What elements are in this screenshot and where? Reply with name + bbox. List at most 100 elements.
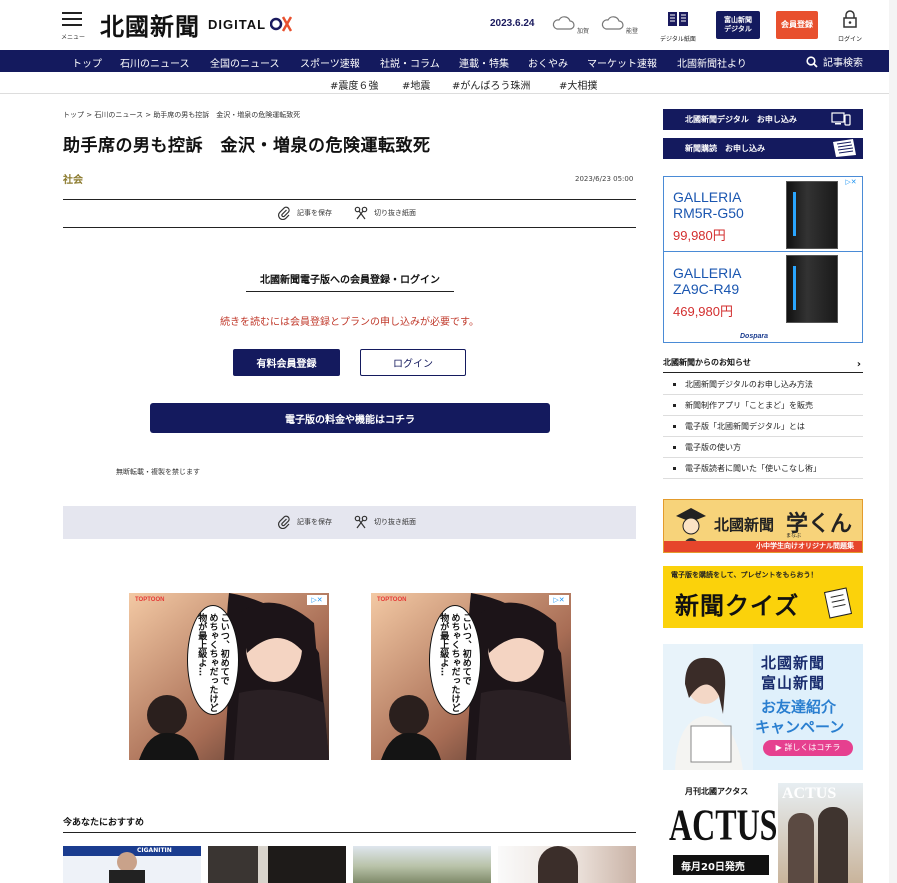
pc-ad-item[interactable]: GALLERIA RM5R-G50 99,980円 — [664, 177, 862, 252]
recommend-thumb[interactable] — [208, 846, 346, 883]
nav-item-top[interactable]: トップ — [72, 55, 102, 70]
notice-item[interactable]: 北國新聞デジタルのお申し込み方法 — [663, 374, 863, 395]
save-article-button[interactable]: 記事を保存 — [277, 206, 332, 220]
friend-campaign-banner[interactable]: 北國新聞 富山新聞 お友達紹介 キャンペーン ▶ 詳しくはコチラ — [663, 644, 863, 770]
newspaper-icon — [833, 139, 856, 157]
actus-title: ACTUS — [669, 799, 778, 850]
actus-cover-title: ACTUS — [782, 785, 837, 802]
campaign-photo — [663, 644, 753, 770]
actus-sub: 毎月20日発売 — [681, 862, 745, 873]
notice-item[interactable]: 電子版「北國新聞デジタル」とは — [663, 416, 863, 437]
clip-paper-button[interactable]: 切り抜き紙面 — [354, 515, 416, 529]
nav-item-national[interactable]: 全国のニュース — [210, 55, 280, 70]
tag-link[interactable]: #地震 — [402, 77, 430, 92]
weather-noto[interactable]: 能登 — [600, 14, 640, 38]
site-header: メニュー 北國新聞 DIGITAL 2023.6.24 加賀 能登 デジタル紙面… — [0, 0, 897, 50]
subscribe-paper-button[interactable]: 新聞購読 お申し込み — [663, 138, 863, 159]
breadcrumb-item[interactable]: 石川のニュース — [94, 111, 143, 119]
paperclip-icon — [277, 206, 290, 220]
pc-ad[interactable]: ▷✕ GALLERIA RM5R-G50 99,980円 GALLERIA ZA… — [663, 176, 863, 343]
nav-item-market[interactable]: マーケット速報 — [587, 55, 657, 70]
manga-ad[interactable]: こいつ、初めてで めちゃくちゃだったけど 物が最上級よ… TOPTOON ▷✕ — [129, 593, 329, 760]
scissors-icon — [354, 206, 368, 220]
friend-title-2: キャンペーン — [755, 718, 845, 736]
site-logo[interactable]: 北國新聞 DIGITAL — [100, 10, 293, 41]
breadcrumb-item[interactable]: トップ — [63, 111, 84, 119]
nav-item-ishikawa[interactable]: 石川のニュース — [120, 55, 190, 70]
friend-line2: 富山新聞 — [761, 674, 826, 692]
recommend-thumb[interactable] — [498, 846, 636, 883]
weather-place: 加賀 — [577, 28, 590, 35]
toyama-digital-button[interactable]: 富山新聞 デジタル — [716, 11, 760, 39]
divider — [63, 227, 636, 228]
quiz-banner[interactable]: 電子版を購読をして、プレゼントをもらおう！ 新聞クイズ — [663, 566, 863, 628]
ad-choices-icon[interactable]: ▷✕ — [307, 595, 327, 605]
nav-item-sports[interactable]: スポーツ速報 — [300, 55, 360, 70]
ad-choices-icon[interactable]: ▷✕ — [549, 595, 569, 605]
copyright-notice: 無断転載・複製を禁じます — [116, 468, 200, 476]
friend-cta-button[interactable]: ▶ 詳しくはコチラ — [763, 740, 853, 756]
paid-register-button[interactable]: 有料会員登録 — [233, 349, 340, 376]
scissors-icon — [354, 515, 368, 529]
login-section-title: 北國新聞電子版への会員登録・ログイン — [246, 271, 454, 292]
login-label: ログイン — [838, 36, 863, 43]
pricing-button[interactable]: 電子版の料金や機能はコチラ — [150, 403, 550, 433]
search-icon — [806, 55, 818, 68]
breadcrumb: トップ > 石川のニュース > 助手席の男も控訴 金沢・増泉の危険運転致死 — [63, 111, 301, 119]
speech-text: こいつ、初めてで めちゃくちゃだったけど 物が最上級よ… — [196, 613, 229, 712]
notices-title[interactable]: 北國新聞からのお知らせ › — [663, 357, 863, 373]
pc-ad-name: GALLERIA ZA9C-R49 — [673, 265, 742, 297]
article-actions-bar — [63, 506, 636, 539]
article-search-button[interactable]: 記事検索 — [806, 54, 863, 69]
pc-ad-item[interactable]: GALLERIA ZA9C-R49 469,980円 — [664, 253, 862, 324]
friend-line1: 北國新聞 — [761, 654, 826, 672]
save-article-button[interactable]: 記事を保存 — [277, 515, 332, 529]
page-scrollbar[interactable] — [889, 0, 897, 883]
nav-item-editorial[interactable]: 社説・コラム — [380, 55, 440, 70]
article-category[interactable]: 社会 — [63, 171, 83, 186]
manabu-banner[interactable]: 北國新聞 学くん まなぶ 小中学生向けオリジナル問題集 — [663, 499, 863, 553]
clip-paper-button[interactable]: 切り抜き紙面 — [354, 206, 416, 220]
recommend-thumb[interactable] — [353, 846, 491, 883]
pc-tower-image — [786, 255, 838, 323]
manga-ad[interactable]: こいつ、初めてで めちゃくちゃだったけど 物が最上級よ… TOPTOON ▷✕ — [371, 593, 571, 760]
tag-link[interactable]: #大相撲 — [559, 77, 597, 92]
menu-button[interactable]: メニュー — [61, 12, 86, 41]
digital-paper-link[interactable]: デジタル紙面 — [660, 10, 696, 43]
chevron-right-icon: › — [856, 359, 861, 370]
ad-brand: TOPTOON — [377, 597, 407, 603]
login-link[interactable]: ログイン — [838, 10, 862, 43]
tag-link[interactable]: #がんばろう珠洲 — [452, 77, 530, 92]
tag-link[interactable]: #震度６強 — [330, 77, 378, 92]
notice-item[interactable]: 新聞制作アプリ「ことまど」を販売 — [663, 395, 863, 416]
current-date: 2023.6.24 — [490, 18, 535, 29]
recommend-thumb[interactable]: CIGANITIN — [63, 846, 201, 883]
nav-item-series[interactable]: 連載・特集 — [459, 55, 509, 70]
quiz-top: 電子版を購読をして、プレゼントをもらおう！ — [671, 571, 818, 579]
subscribe-digital-label: 北國新聞デジタル お申し込み — [685, 115, 797, 124]
main-nav: トップ 石川のニュース 全国のニュース スポーツ速報 社説・コラム 連載・特集 … — [0, 50, 897, 72]
notice-item[interactable]: 電子版読者に聞いた「使いこなし術」 — [663, 458, 863, 479]
nav-item-obituaries[interactable]: おくやみ — [528, 55, 568, 70]
manabu-ruby: まなぶ — [786, 533, 802, 539]
login-button[interactable]: ログイン — [360, 349, 466, 376]
toyama-label-2: デジタル — [724, 25, 752, 33]
quiz-paper-icon — [823, 587, 853, 619]
mascot-icon — [676, 508, 706, 544]
pc-ad-price: 469,980円 — [673, 304, 733, 319]
weather-kaga[interactable]: 加賀 — [551, 14, 591, 38]
manabu-sub: 小中学生向けオリジナル問題集 — [756, 542, 854, 550]
recommend-thumb-text: CIGANITIN — [137, 847, 172, 854]
pc-ad-name: GALLERIA RM5R-G50 — [673, 189, 744, 221]
register-button[interactable]: 会員登録 — [776, 11, 818, 39]
paywall-message: 続きを読むには会員登録とプランの申し込みが必要です。 — [220, 317, 479, 328]
clip-label: 切り抜き紙面 — [374, 209, 416, 217]
subscribe-digital-button[interactable]: 北國新聞デジタル お申し込み — [663, 109, 863, 130]
menu-label: メニュー — [61, 34, 86, 41]
speech-text: こいつ、初めてで めちゃくちゃだったけど 物が最上級よ… — [438, 613, 471, 712]
actus-top: 月刊北國アクタス — [685, 787, 749, 796]
nav-item-company[interactable]: 北國新聞社より — [677, 55, 747, 70]
actus-banner[interactable]: 月刊北國アクタス ACTUS 毎月20日発売 ACTUS — [663, 783, 863, 883]
subscribe-paper-label: 新聞購読 お申し込み — [685, 144, 765, 153]
notice-item[interactable]: 電子版の使い方 — [663, 437, 863, 458]
